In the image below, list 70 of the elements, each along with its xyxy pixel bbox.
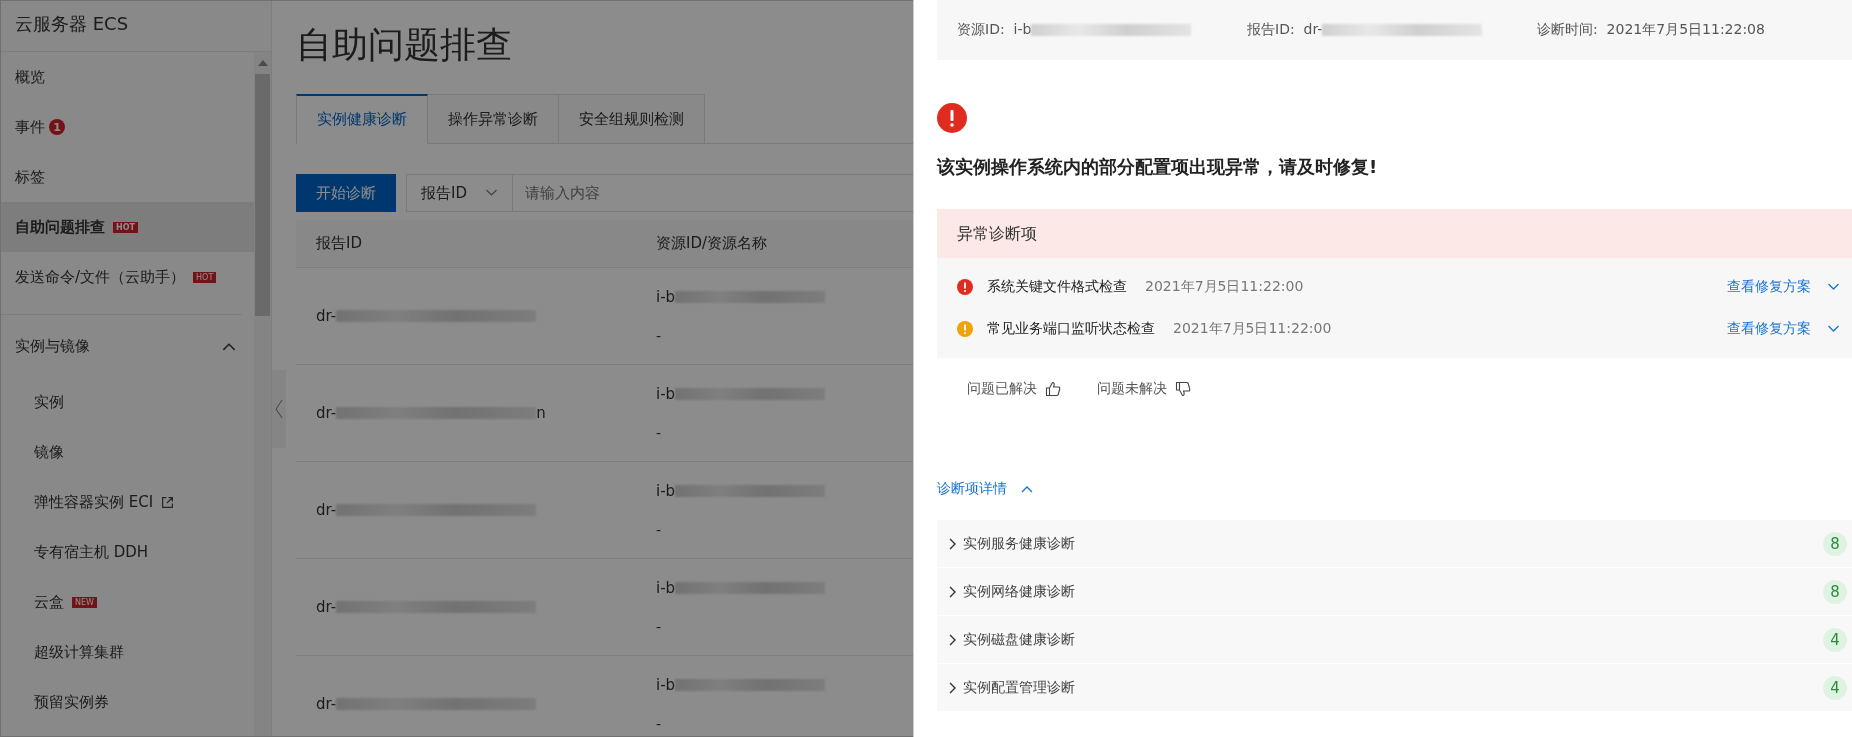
start-button[interactable]: 开始诊断 [296, 174, 396, 212]
check-time: 2021年7月5日11:22:00 [1145, 278, 1305, 296]
error-icon [937, 103, 967, 133]
diagnosis-category-row[interactable]: 实例网络健康诊断 8 [937, 568, 1852, 615]
sidebar-item[interactable]: 自助问题排查 HOT [1, 202, 254, 252]
sidebar-item[interactable]: 弹性容器实例 ECI [1, 477, 254, 527]
category-name: 实例服务健康诊断 [963, 534, 1076, 553]
sidebar-item[interactable]: 事件 1 [1, 102, 254, 152]
scrollbar[interactable] [254, 52, 271, 736]
caret-icon [1021, 485, 1033, 493]
sidebar-item[interactable]: 专有宿主机 DDH [1, 527, 254, 577]
page-title: 自助问题排查 [296, 23, 512, 67]
table-cell-text: - [656, 328, 663, 344]
count-badge: 4 [1823, 627, 1847, 652]
check-name: 系统关键文件格式检查 [987, 278, 1127, 296]
caret-icon [485, 189, 498, 197]
diagnosis-category-row[interactable]: 实例配置管理诊断 4 [937, 664, 1852, 711]
tab[interactable]: 操作异常诊断 [428, 94, 559, 144]
diagnosis-category-row[interactable]: 实例磁盘健康诊断 4 [937, 616, 1852, 663]
sidebar-item[interactable]: 镜像 [1, 427, 254, 477]
table-cell: dr- [316, 307, 537, 325]
sidebar-item[interactable]: 标签 [1, 152, 254, 202]
diagnosis-category-row[interactable]: 实例服务健康诊断 8 [937, 520, 1852, 567]
chevron-icon[interactable] [1827, 283, 1840, 291]
tab[interactable]: 实例健康诊断 [296, 94, 428, 144]
table-cell-text: - [656, 522, 663, 538]
table-cell: dr- [316, 501, 537, 519]
category-name: 实例网络健康诊断 [963, 582, 1076, 601]
console-title: 云服务器 ECS [1, 1, 271, 52]
table-cell-text: - [656, 425, 663, 441]
details-toggle[interactable]: 诊断项详情 [937, 480, 1033, 498]
collapse-handle[interactable] [272, 369, 286, 448]
headline: 该实例操作系统内的部分配置项出现异常，请及时修复! [937, 155, 1379, 179]
table-cell-text: - [656, 716, 663, 732]
info-field: 资源ID: i-b [957, 21, 1247, 39]
caret-icon [222, 341, 236, 351]
category-name: 实例磁盘健康诊断 [963, 630, 1076, 649]
chevron-icon [949, 585, 957, 598]
sidebar-item[interactable]: 云盒 NEW [1, 577, 254, 627]
chevron-icon [949, 633, 957, 646]
filter-select[interactable]: 报告ID [406, 174, 513, 212]
category-name: 实例配置管理诊断 [963, 678, 1076, 697]
chevron-icon [949, 681, 957, 694]
table-cell: dr- [316, 598, 537, 616]
fix-link[interactable]: 查看修复方案 [1727, 278, 1811, 296]
table-cell: dr- [316, 695, 537, 713]
tab[interactable]: 安全组规则检测 [559, 94, 705, 144]
sidebar-item[interactable]: 超级计算集群 [1, 627, 254, 677]
section-header: 异常诊断项 [937, 209, 1852, 258]
sidebar-item[interactable]: 实例 [1, 377, 254, 427]
table-cell: dr- n [316, 404, 546, 422]
chevron-icon [949, 537, 957, 550]
chevron-icon[interactable] [1827, 325, 1840, 333]
sidebar-item[interactable]: 发送命令/文件（云助手） HOT [1, 252, 254, 302]
count-badge: 8 [1823, 531, 1847, 556]
check-name: 常见业务端口监听状态检查 [987, 320, 1155, 338]
table-cell-text: - [656, 619, 663, 635]
info-field: 诊断时间: 2021年7月5日11:22:08 [1537, 21, 1765, 39]
count-badge: 4 [1823, 675, 1847, 700]
check-time: 2021年7月5日11:22:00 [1173, 320, 1333, 338]
thumbs-up-icon [1045, 381, 1061, 397]
count-badge: 8 [1823, 579, 1847, 604]
sidebar-item[interactable]: 预留实例券 [1, 677, 254, 727]
fix-link[interactable]: 查看修复方案 [1727, 320, 1811, 338]
feedback-button[interactable]: 问题未解决 [1097, 380, 1191, 398]
sidebar-item[interactable]: 概览 [1, 52, 254, 102]
info-field: 报告ID: dr- [1247, 21, 1537, 39]
column-header: 报告ID [315, 234, 363, 253]
thumbs-down-icon [1175, 381, 1191, 397]
sidebar-group[interactable]: 实例与镜像 [1, 315, 254, 377]
